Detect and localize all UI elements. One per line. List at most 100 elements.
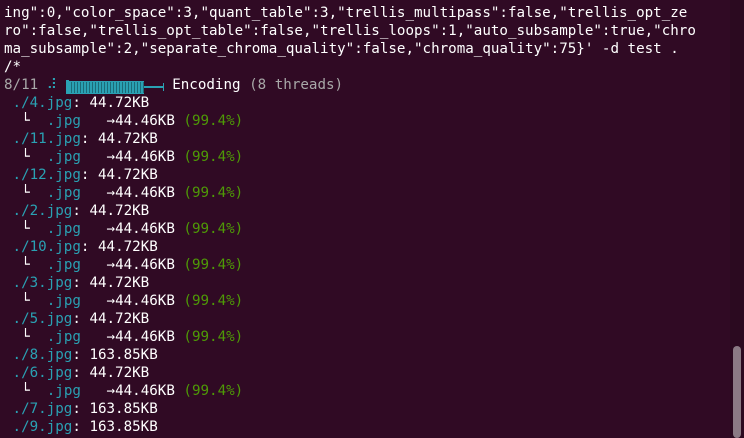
result-size: 44.46KB (115, 293, 175, 309)
progress-line: 8/11 ⠼ Encoding (8 threads) (4, 76, 730, 94)
file-size: 44.72KB (97, 131, 158, 147)
result-size: 44.46KB (115, 383, 175, 399)
file-name: ./5.jpg (12, 311, 73, 327)
file-size: 44.72KB (97, 239, 158, 255)
result-percent: (99.4%) (183, 329, 244, 345)
command-wrapped-output: ing":0,"color_space":3,"quant_table":3,"… (4, 4, 744, 76)
scrollbar[interactable] (730, 0, 744, 438)
progress-status: Encoding (172, 77, 241, 93)
file-entry: ./8.jpg: 163.85KB (4, 346, 730, 364)
separator: : (72, 401, 90, 417)
file-size: 44.72KB (89, 203, 150, 219)
file-size: 163.85KB (89, 419, 158, 435)
terminal-window[interactable]: ing":0,"color_space":3,"quant_table":3,"… (0, 0, 744, 438)
file-entry: ./3.jpg: 44.72KB (4, 274, 730, 292)
result-percent: (99.4%) (183, 257, 244, 273)
result-percent: (99.4%) (183, 185, 244, 201)
scrollbar-thumb[interactable] (733, 346, 741, 438)
result-percent: (99.4%) (183, 149, 244, 165)
progress-count: 8/11 (4, 77, 39, 93)
file-result: └ .jpg →44.46KB (99.4%) (4, 184, 730, 202)
result-percent: (99.4%) (183, 221, 244, 237)
file-result: └ .jpg →44.46KB (99.4%) (4, 112, 730, 130)
wrapped-line: ing":0,"color_space":3,"quant_table":3,"… (4, 5, 688, 21)
file-name: ./9.jpg (12, 419, 73, 435)
file-entry: ./10.jpg: 44.72KB (4, 238, 730, 256)
result-percent: (99.4%) (183, 113, 244, 129)
arrow-right-icon: → (106, 257, 116, 273)
file-name: ./10.jpg (12, 239, 81, 255)
arrow-right-icon: → (106, 293, 116, 309)
separator: : (72, 95, 90, 111)
file-size: 44.72KB (89, 365, 150, 381)
file-name: ./8.jpg (12, 347, 73, 363)
file-name: ./6.jpg (12, 365, 73, 381)
file-result: └ .jpg →44.46KB (99.4%) (4, 256, 730, 274)
file-size: 44.72KB (89, 311, 150, 327)
arrow-right-icon: → (106, 383, 116, 399)
file-size: 44.72KB (89, 95, 150, 111)
output-name: .jpg (46, 149, 81, 165)
output-name: .jpg (46, 383, 81, 399)
progress-bar (65, 78, 164, 94)
result-size: 44.46KB (115, 221, 175, 237)
file-entry: ./2.jpg: 44.72KB (4, 202, 730, 220)
file-size: 44.72KB (97, 167, 158, 183)
arrow-right-icon: → (106, 221, 116, 237)
wrapped-line: ro":false,"trellis_opt_table":false,"tre… (4, 23, 696, 39)
wrapped-line: ma_subsample":2,"separate_chroma_quality… (4, 41, 679, 57)
arrow-right-icon: → (106, 185, 116, 201)
file-entry: ./11.jpg: 44.72KB (4, 130, 730, 148)
file-name: ./3.jpg (12, 275, 73, 291)
separator: : (80, 239, 98, 255)
result-size: 44.46KB (115, 329, 175, 345)
arrow-right-icon: → (106, 329, 116, 345)
file-name: ./11.jpg (12, 131, 81, 147)
result-percent: (99.4%) (183, 293, 244, 309)
output-name: .jpg (46, 257, 81, 273)
output-name: .jpg (46, 293, 81, 309)
tree-corner-icon: └ (21, 221, 30, 237)
file-size: 44.72KB (89, 275, 150, 291)
separator: : (72, 311, 90, 327)
file-name: ./7.jpg (12, 401, 73, 417)
separator: : (72, 203, 90, 219)
progress-bar-end (162, 83, 164, 91)
separator: : (72, 347, 90, 363)
output-name: .jpg (46, 185, 81, 201)
file-entry: ./6.jpg: 44.72KB (4, 364, 730, 382)
file-name: ./12.jpg (12, 167, 81, 183)
file-entry: ./4.jpg: 44.72KB (4, 94, 730, 112)
output-name: .jpg (46, 329, 81, 345)
tree-corner-icon: └ (21, 329, 30, 345)
file-entry: ./12.jpg: 44.72KB (4, 166, 730, 184)
separator: : (72, 275, 90, 291)
file-entry: ./5.jpg: 44.72KB (4, 310, 730, 328)
spinner-icon: ⠼ (46, 77, 58, 93)
file-list: ./4.jpg: 44.72KB └ .jpg →44.46KB (99.4%)… (4, 94, 744, 436)
separator: : (72, 419, 90, 435)
output-name: .jpg (46, 221, 81, 237)
file-result: └ .jpg →44.46KB (99.4%) (4, 220, 730, 238)
result-size: 44.46KB (115, 149, 175, 165)
file-entry: ./7.jpg: 163.85KB (4, 400, 730, 418)
result-percent: (99.4%) (183, 383, 244, 399)
separator: : (72, 365, 90, 381)
file-result: └ .jpg →44.46KB (99.4%) (4, 292, 730, 310)
file-result: └ .jpg →44.46KB (99.4%) (4, 148, 730, 166)
file-name: ./2.jpg (12, 203, 73, 219)
tree-corner-icon: └ (21, 293, 30, 309)
file-name: ./4.jpg (12, 95, 73, 111)
result-size: 44.46KB (115, 185, 175, 201)
separator: : (80, 167, 98, 183)
progress-bar-fill (68, 80, 144, 94)
tree-corner-icon: └ (21, 113, 30, 129)
tree-corner-icon: └ (21, 383, 30, 399)
result-size: 44.46KB (115, 257, 175, 273)
output-name: .jpg (46, 113, 81, 129)
progress-threads: (8 threads) (249, 77, 344, 93)
file-size: 163.85KB (89, 347, 158, 363)
file-entry: ./9.jpg: 163.85KB (4, 418, 730, 436)
wrapped-line: /* (4, 59, 22, 75)
result-size: 44.46KB (115, 113, 175, 129)
